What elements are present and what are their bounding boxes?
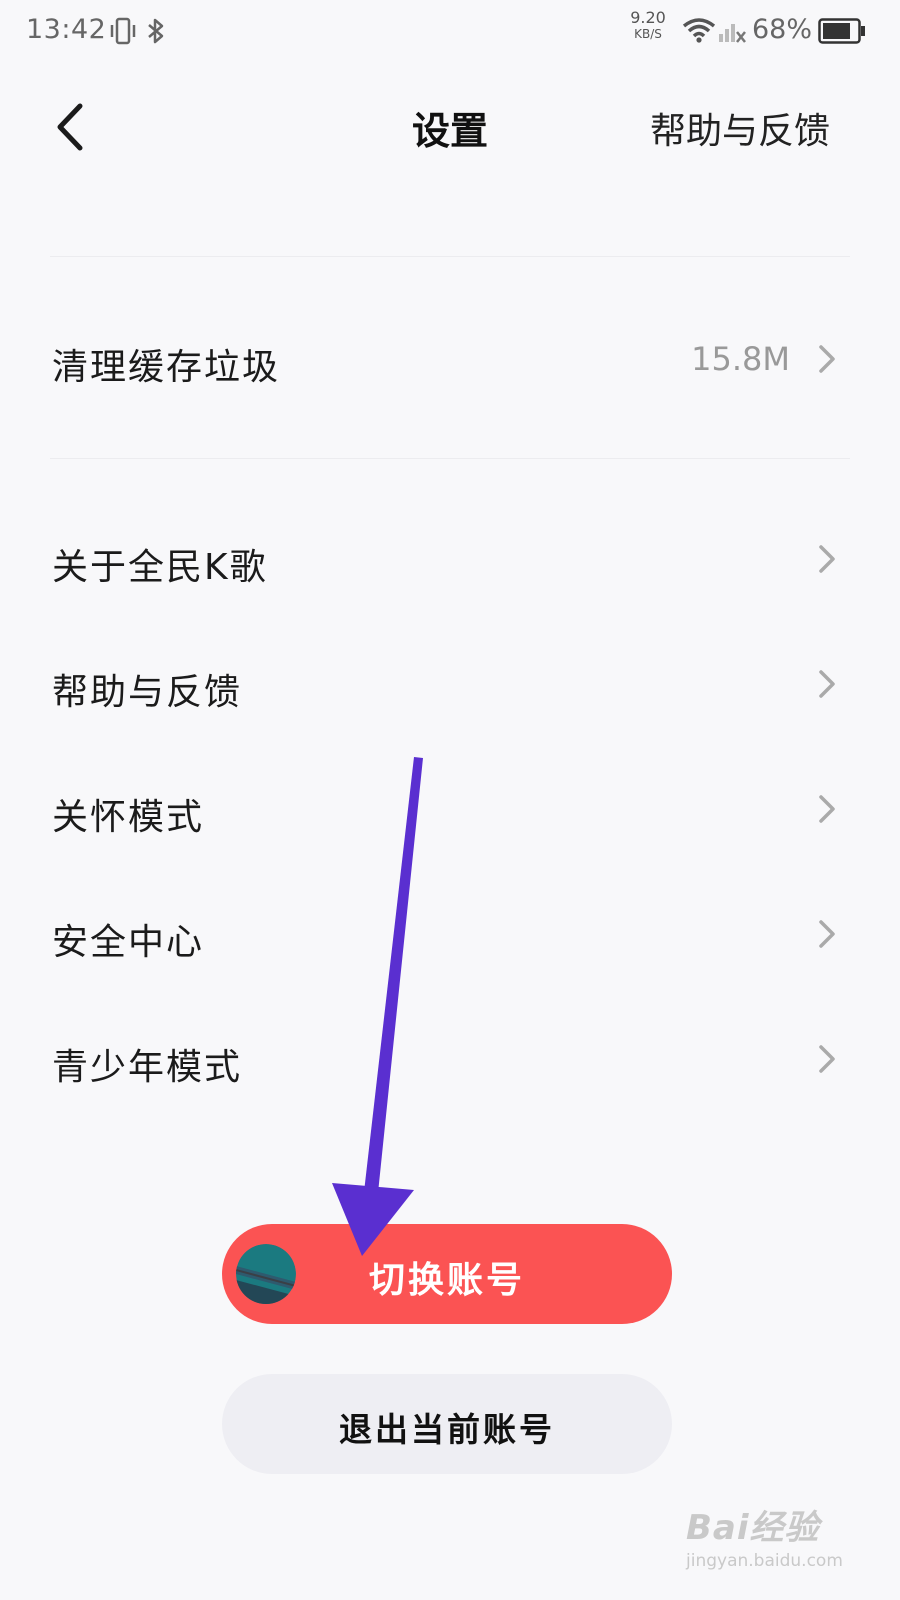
- status-bar: 13:42 9.20 KB/S 68%: [0, 0, 900, 64]
- cache-size: 15.8M: [691, 340, 790, 378]
- settings-item-label: 关怀模式: [52, 797, 205, 838]
- chevron-right-icon: [819, 545, 835, 573]
- settings-item-label: 关于全民K歌: [52, 547, 268, 588]
- clear-cache-label: 清理缓存垃圾: [52, 347, 281, 388]
- settings-item-care-mode[interactable]: 关怀模式: [0, 760, 900, 860]
- vibrate-icon: [110, 17, 136, 45]
- logout-button[interactable]: 退出当前账号: [222, 1374, 672, 1474]
- switch-account-label: 切换账号: [368, 1260, 525, 1301]
- switch-account-button[interactable]: 切换账号: [222, 1224, 672, 1324]
- help-feedback-link[interactable]: 帮助与反馈: [650, 102, 830, 154]
- watermark: Bai经验 jingyan.baidu.com: [686, 1500, 843, 1571]
- settings-item-help[interactable]: 帮助与反馈: [0, 635, 900, 735]
- signal-icon: [719, 24, 746, 43]
- battery-percent: 68%: [752, 14, 813, 45]
- wifi-icon: [682, 18, 716, 43]
- chevron-right-icon: [819, 920, 835, 948]
- settings-item-label: 帮助与反馈: [52, 672, 243, 713]
- divider: [50, 256, 850, 257]
- watermark-url: jingyan.baidu.com: [686, 1551, 843, 1571]
- settings-item-label: 青少年模式: [52, 1047, 243, 1088]
- battery-icon: [818, 18, 865, 44]
- chevron-right-icon: [819, 345, 835, 373]
- back-arrow-icon: [57, 103, 83, 151]
- divider: [50, 458, 850, 459]
- chevron-right-icon: [819, 670, 835, 698]
- settings-item-teen-mode[interactable]: 青少年模式: [0, 1010, 900, 1110]
- settings-item-label: 安全中心: [52, 922, 205, 963]
- back-button[interactable]: [48, 102, 92, 152]
- bluetooth-icon: [148, 18, 164, 44]
- network-speed: 9.20 KB/S: [630, 8, 666, 41]
- status-time: 13:42: [26, 14, 107, 45]
- settings-item-about[interactable]: 关于全民K歌: [0, 510, 900, 610]
- watermark-brand: Bai经验: [686, 1508, 820, 1548]
- chevron-right-icon: [819, 795, 835, 823]
- clear-cache-row[interactable]: 清理缓存垃圾 15.8M: [0, 310, 900, 410]
- chevron-right-icon: [819, 1045, 835, 1073]
- logout-label: 退出当前账号: [339, 1410, 555, 1449]
- header-bar: 设置 帮助与反馈: [0, 80, 900, 170]
- settings-item-security[interactable]: 安全中心: [0, 885, 900, 985]
